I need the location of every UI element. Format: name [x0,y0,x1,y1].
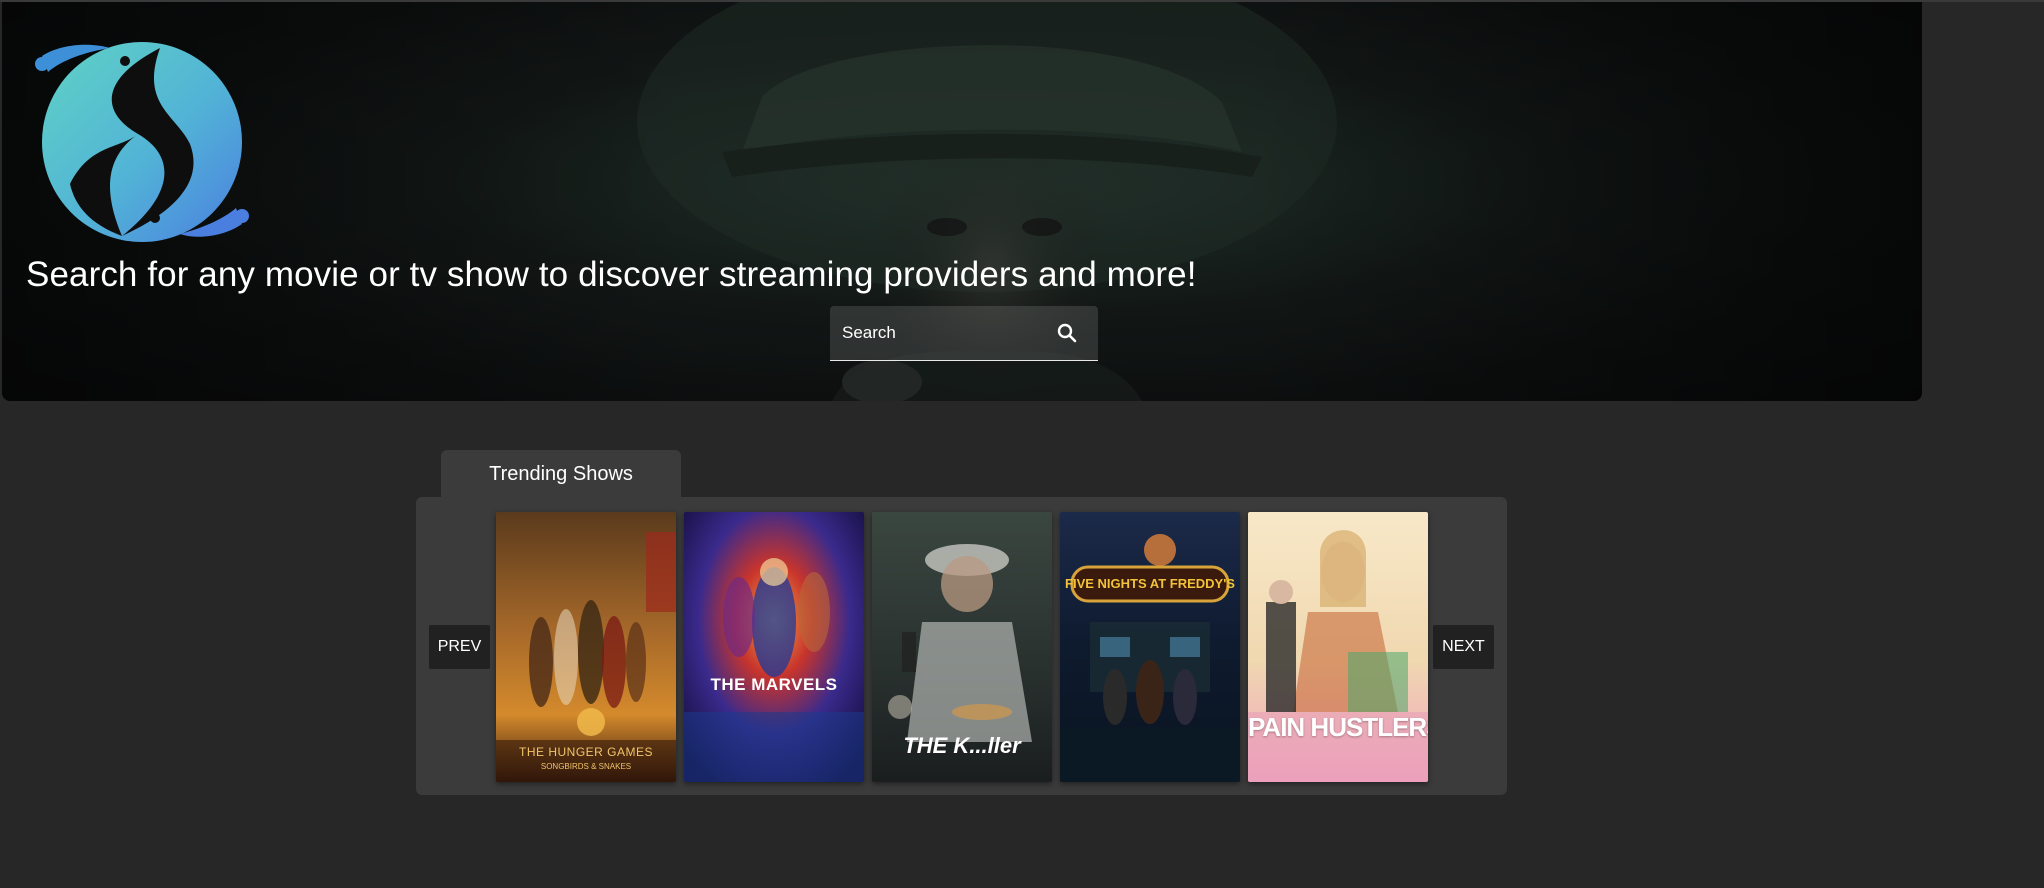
poster-subtitle: SONGBIRDS & SNAKES [540,762,632,771]
hero-banner: Search for any movie or tv show to disco… [2,2,1922,401]
search-box [830,306,1098,361]
next-button[interactable]: NEXT [1433,625,1494,669]
search-icon[interactable] [1055,321,1079,345]
poster-card[interactable]: THE MARVELS [684,512,864,782]
poster-card[interactable]: FIVE NIGHTS AT FREDDY'S [1060,512,1240,782]
poster-card[interactable]: THE HUNGER GAMES SONGBIRDS & SNAKES [496,512,676,782]
poster-title: THE K...ller [903,733,1021,758]
poster-title: THE HUNGER GAMES [518,745,653,759]
poster-card[interactable]: PAIN HUSTLERS [1248,512,1428,782]
hero-headline: Search for any movie or tv show to disco… [26,255,1197,294]
prev-button[interactable]: PREV [429,625,490,669]
poster-title: FIVE NIGHTS AT FREDDY'S [1065,576,1235,591]
poster-image [684,512,864,782]
site-logo[interactable] [30,34,254,244]
tab-trending-shows[interactable]: Trending Shows [441,450,681,498]
poster-image [1060,512,1240,782]
poster-title: PAIN HUSTLERS [1248,712,1428,742]
search-input[interactable] [830,306,1052,360]
poster-image [496,512,676,782]
poster-title: THE MARVELS [710,675,838,694]
poster-card[interactable]: THE K...ller [872,512,1052,782]
